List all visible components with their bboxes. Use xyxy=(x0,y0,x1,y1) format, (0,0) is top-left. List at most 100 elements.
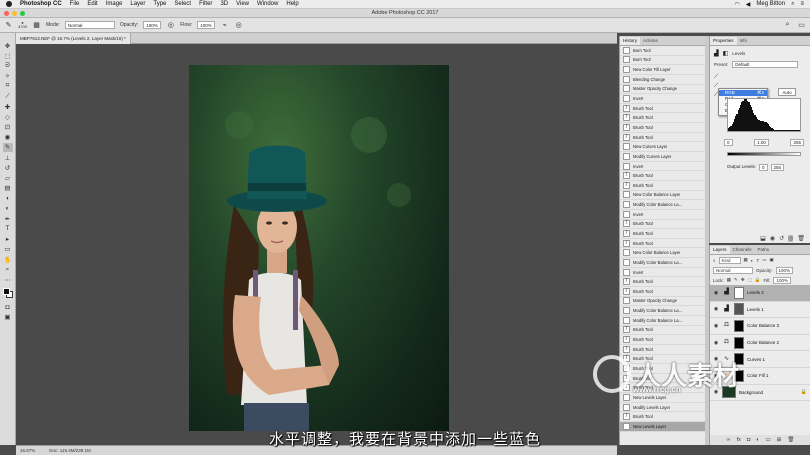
menu-list-icon[interactable]: ≡ xyxy=(800,1,804,7)
apple-icon[interactable] xyxy=(6,1,12,7)
lock-paint-icon[interactable]: ✎ xyxy=(734,277,738,283)
history-item[interactable]: New Levels Layer xyxy=(620,393,705,403)
history-item[interactable]: Burn Tool xyxy=(620,56,705,66)
filter-shape-icon[interactable]: ▭ xyxy=(762,257,766,263)
pressure-size-icon[interactable]: ◎ xyxy=(234,21,243,30)
clone-stamp-tool-icon[interactable]: ⊥ xyxy=(3,153,13,162)
eye-icon[interactable]: ◉ xyxy=(713,340,719,346)
history-item[interactable]: / Brush Tool xyxy=(620,123,705,133)
search-icon[interactable]: ⌕ xyxy=(783,21,792,30)
marquee-tool-icon[interactable]: ⬚ xyxy=(3,51,13,60)
filter-smart-icon[interactable]: ▣ xyxy=(770,257,774,263)
patch-tool-icon[interactable]: ⊡ xyxy=(3,123,13,132)
layer-row[interactable]: ◉ ⚖ Color Balance 2 xyxy=(710,335,810,352)
input-white-field[interactable]: 255 xyxy=(790,139,804,146)
path-select-tool-icon[interactable]: ▸ xyxy=(3,235,13,244)
output-white-field[interactable]: 255 xyxy=(770,164,785,171)
lock-artboard-icon[interactable]: ⬚ xyxy=(748,277,752,283)
layer-mask-thumbnail[interactable] xyxy=(734,286,744,299)
auto-button[interactable]: Auto xyxy=(778,88,796,96)
menu-3d[interactable]: 3D xyxy=(220,1,228,7)
brush-tool-preset-icon[interactable]: ✎ xyxy=(4,21,13,30)
brush-panel-icon[interactable]: ▦ xyxy=(32,21,41,30)
output-black-field[interactable]: 0 xyxy=(759,164,768,171)
crop-tool-icon[interactable]: ⌗ xyxy=(3,82,13,91)
tab-properties[interactable]: Properties xyxy=(710,37,737,45)
app-menu[interactable]: Photoshop CC xyxy=(20,1,62,7)
lock-all-icon[interactable]: 🔒 xyxy=(755,277,761,283)
history-item[interactable]: / Brush Tool xyxy=(620,229,705,239)
color-swatches[interactable] xyxy=(2,287,13,298)
layer-name[interactable]: Color Fill 1 xyxy=(747,373,769,378)
fill-field[interactable]: 100% xyxy=(773,276,791,284)
eye-icon[interactable]: ◉ xyxy=(713,323,719,329)
menu-window[interactable]: Window xyxy=(257,1,278,7)
history-item[interactable]: Blending Change xyxy=(620,75,705,85)
kind-filter-select[interactable]: Kind xyxy=(718,256,741,264)
search-icon[interactable]: ⌕ xyxy=(791,1,794,8)
shape-tool-icon[interactable]: ▭ xyxy=(3,245,13,254)
photo-canvas[interactable] xyxy=(189,65,449,431)
eraser-tool-icon[interactable]: ▱ xyxy=(3,173,13,182)
input-black-field[interactable]: 0 xyxy=(724,139,733,146)
minimize-icon[interactable] xyxy=(12,11,17,16)
layer-name[interactable]: Curves 1 xyxy=(747,357,765,362)
filter-search-icon[interactable]: ⌕ xyxy=(713,258,716,263)
menu-filter[interactable]: Filter xyxy=(199,1,212,7)
lock-position-icon[interactable]: ✥ xyxy=(741,277,745,283)
visibility-icon[interactable]: ◎ xyxy=(788,234,794,242)
view-previous-icon[interactable]: ◉ xyxy=(770,235,775,242)
menu-help[interactable]: Help xyxy=(286,1,298,7)
layer-mask-thumbnail[interactable] xyxy=(734,319,744,332)
history-item[interactable]: / Brush Tool xyxy=(620,287,705,297)
tab-paths[interactable]: Paths xyxy=(755,246,773,254)
zoom-tool-icon[interactable]: ⌕ xyxy=(3,265,13,274)
layer-row[interactable]: ◉ ⚖ Color Balance 3 xyxy=(710,318,810,335)
opacity-field[interactable]: 100% xyxy=(143,21,162,29)
history-item[interactable]: New Curves Layer xyxy=(620,142,705,153)
history-item[interactable]: Master Opacity Change xyxy=(620,85,705,95)
filter-adjust-icon[interactable]: ◐ xyxy=(751,258,754,263)
tab-history[interactable]: History xyxy=(620,37,641,45)
history-item[interactable]: Invert xyxy=(620,94,705,104)
history-item[interactable]: New Color Balance Layer xyxy=(620,248,705,259)
history-item[interactable]: Invert xyxy=(620,162,705,172)
history-brush-tool-icon[interactable]: ↺ xyxy=(3,163,13,172)
pressure-opacity-icon[interactable]: ◎ xyxy=(166,21,175,30)
history-item[interactable]: Modify Color Balance La... xyxy=(620,258,705,268)
history-item[interactable]: Modify Color Balance La... xyxy=(620,316,705,326)
eye-icon[interactable]: ◉ xyxy=(713,290,719,296)
layer-opacity-field[interactable]: 100% xyxy=(775,266,794,274)
history-item[interactable]: / Brush Tool xyxy=(620,326,705,336)
spot-heal-tool-icon[interactable]: ◇ xyxy=(3,112,13,121)
menu-edit[interactable]: Edit xyxy=(87,1,97,7)
layer-mask-thumbnail[interactable] xyxy=(734,336,744,349)
mode-select[interactable]: Normal xyxy=(64,21,115,29)
workspace-icon[interactable]: ▭ xyxy=(797,21,806,30)
menu-layer[interactable]: Layer xyxy=(130,1,145,7)
user-name[interactable]: Meg Bitton xyxy=(756,1,785,7)
blend-mode-select[interactable]: Normal xyxy=(713,266,753,274)
layer-name[interactable]: Levels 2 xyxy=(747,290,764,295)
history-item[interactable]: / Brush Tool xyxy=(620,133,705,143)
type-tool-icon[interactable]: T xyxy=(3,224,13,233)
history-item[interactable]: Modify Levels Layer xyxy=(620,403,705,413)
filter-pixel-icon[interactable]: ▦ xyxy=(744,257,748,263)
history-item[interactable]: / Brush Tool xyxy=(620,345,705,355)
reset-icon[interactable]: ↺ xyxy=(779,235,784,242)
preset-select[interactable]: Default xyxy=(732,61,799,68)
levels-icon[interactable]: ▟ xyxy=(722,305,731,314)
history-item[interactable]: Modify Color Balance La... xyxy=(620,200,705,210)
volume-icon[interactable]: ◀ xyxy=(746,1,751,8)
more-tools-icon[interactable]: ⋯ xyxy=(3,275,13,284)
black-point-eyedropper-icon[interactable]: ⟋ xyxy=(714,74,718,81)
history-item[interactable]: Invert xyxy=(620,268,705,278)
quick-mask-icon[interactable]: ◘ xyxy=(3,303,13,312)
menu-select[interactable]: Select xyxy=(174,1,191,7)
screen-mode-icon[interactable]: ▣ xyxy=(3,313,13,322)
red-eye-tool-icon[interactable]: ◉ xyxy=(3,133,13,142)
history-item[interactable]: New Color Balance Layer xyxy=(620,191,705,201)
history-item[interactable]: / Brush Tool xyxy=(620,277,705,288)
filter-type-icon[interactable]: T xyxy=(757,258,760,263)
history-item[interactable]: Master Opacity Change xyxy=(620,297,705,307)
